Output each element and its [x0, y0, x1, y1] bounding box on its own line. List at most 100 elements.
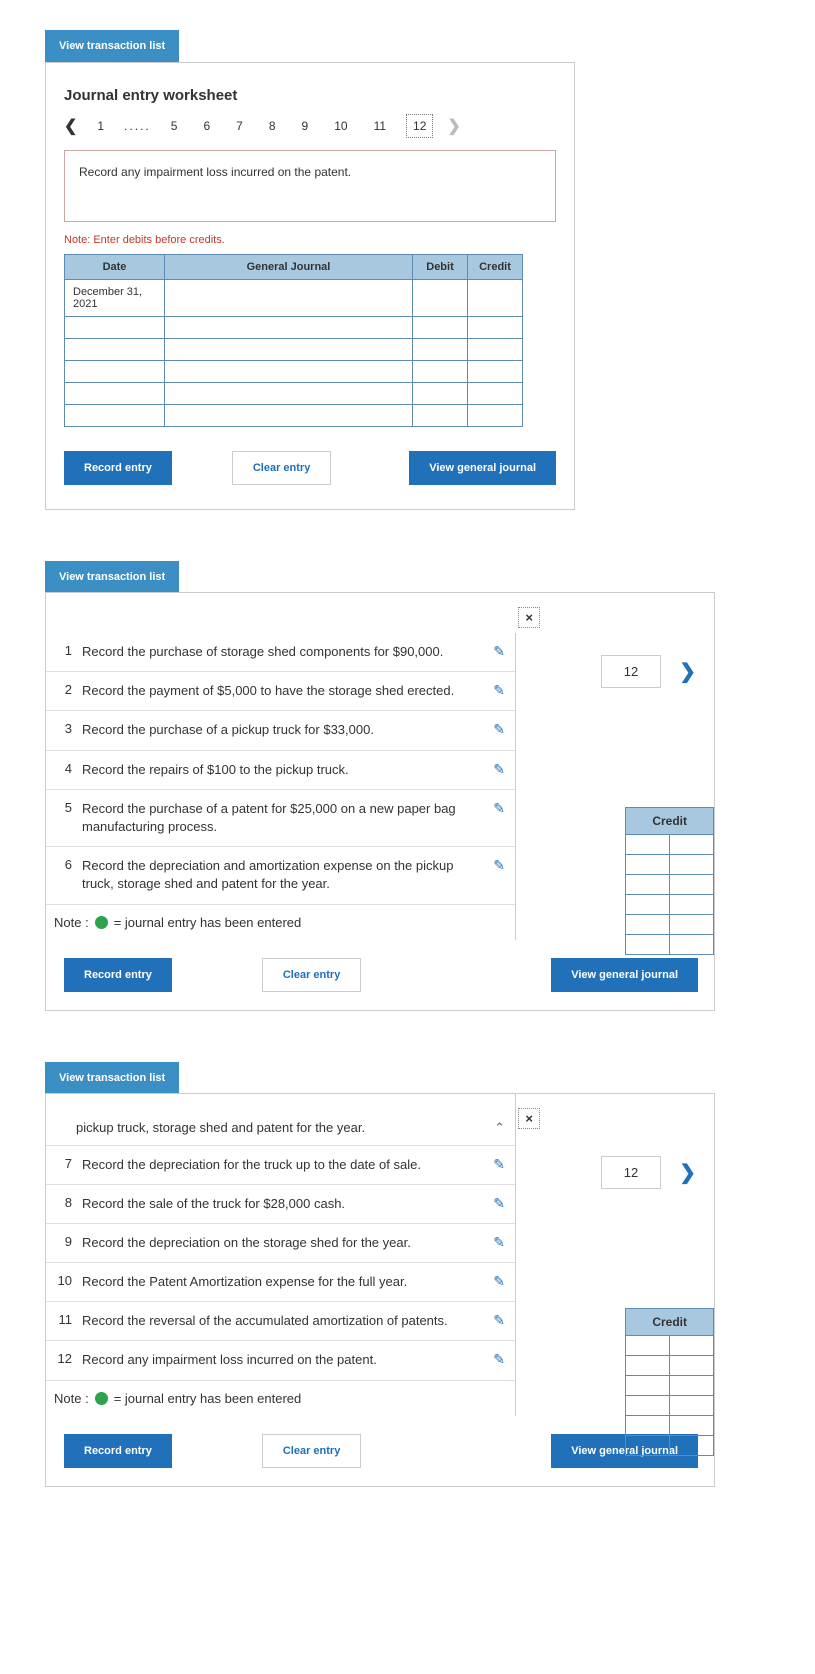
view-transaction-list-button[interactable]: View transaction list	[45, 30, 179, 62]
tab-11[interactable]: 11	[368, 115, 392, 137]
tab-6[interactable]: 6	[197, 115, 216, 137]
cc[interactable]	[626, 935, 670, 955]
edit-icon[interactable]: ✎	[493, 643, 505, 660]
credit-cell[interactable]	[468, 361, 523, 383]
edit-icon[interactable]: ✎	[493, 1351, 505, 1368]
credit-cell[interactable]	[468, 317, 523, 339]
record-entry-button[interactable]: Record entry	[64, 451, 172, 485]
debit-cell[interactable]	[413, 405, 468, 427]
close-icon[interactable]: ×	[518, 1108, 540, 1129]
edit-icon[interactable]: ✎	[493, 1312, 505, 1329]
transaction-row[interactable]: 7 Record the depreciation for the truck …	[46, 1146, 515, 1185]
cc[interactable]	[626, 1375, 670, 1395]
edit-icon[interactable]: ✎	[493, 800, 505, 817]
tab-10[interactable]: 10	[328, 115, 353, 137]
cc[interactable]	[670, 1395, 714, 1415]
gj-cell[interactable]	[165, 361, 413, 383]
cc[interactable]	[626, 835, 670, 855]
edit-icon[interactable]: ✎	[493, 1273, 505, 1290]
date-cell[interactable]	[65, 361, 165, 383]
view-general-journal-button[interactable]: View general journal	[409, 451, 556, 485]
cc[interactable]	[626, 895, 670, 915]
scroll-up-icon[interactable]: ⌃	[494, 1120, 505, 1136]
clear-entry-button[interactable]: Clear entry	[232, 451, 331, 485]
clear-entry-button[interactable]: Clear entry	[262, 1434, 361, 1468]
date-cell[interactable]	[65, 339, 165, 361]
edit-icon[interactable]: ✎	[493, 1234, 505, 1251]
credit-cell[interactable]	[468, 339, 523, 361]
debit-cell[interactable]	[413, 317, 468, 339]
next-arrow-icon[interactable]: ❯	[661, 1160, 714, 1185]
view-transaction-list-tab[interactable]: View transaction list	[45, 561, 179, 593]
transaction-row[interactable]: 10 Record the Patent Amortization expens…	[46, 1263, 515, 1302]
cc[interactable]	[670, 1335, 714, 1355]
tab-prev-icon[interactable]: ❮	[64, 116, 77, 136]
edit-icon[interactable]: ✎	[493, 1156, 505, 1173]
debit-cell[interactable]	[413, 280, 468, 317]
clear-entry-button[interactable]: Clear entry	[262, 958, 361, 992]
date-cell[interactable]	[65, 405, 165, 427]
cc[interactable]	[626, 1415, 670, 1435]
transaction-row[interactable]: 5 Record the purchase of a patent for $2…	[46, 790, 515, 847]
edit-icon[interactable]: ✎	[493, 761, 505, 778]
transaction-row[interactable]: 8 Record the sale of the truck for $28,0…	[46, 1185, 515, 1224]
tab-12[interactable]: 12	[601, 1156, 661, 1189]
debit-cell[interactable]	[413, 339, 468, 361]
next-arrow-icon[interactable]: ❯	[661, 659, 714, 684]
cc[interactable]	[626, 855, 670, 875]
edit-icon[interactable]: ✎	[493, 682, 505, 699]
cc[interactable]	[626, 1355, 670, 1375]
debit-cell[interactable]	[413, 361, 468, 383]
cc[interactable]	[670, 1355, 714, 1375]
transaction-row[interactable]: 4 Record the repairs of $100 to the pick…	[46, 751, 515, 790]
tab-1[interactable]: 1	[91, 115, 110, 137]
cc[interactable]	[626, 875, 670, 895]
transaction-row[interactable]: 9 Record the depreciation on the storage…	[46, 1224, 515, 1263]
date-cell[interactable]: December 31, 2021	[65, 280, 165, 317]
tab-5[interactable]: 5	[165, 115, 184, 137]
gj-cell[interactable]	[165, 317, 413, 339]
tab-7[interactable]: 7	[230, 115, 249, 137]
record-entry-button[interactable]: Record entry	[64, 1434, 172, 1468]
credit-cell[interactable]	[468, 405, 523, 427]
transaction-row[interactable]: 11 Record the reversal of the accumulate…	[46, 1302, 515, 1341]
cc[interactable]	[626, 915, 670, 935]
tab-12[interactable]: 12	[601, 655, 661, 688]
cc[interactable]	[670, 915, 714, 935]
credit-cell[interactable]	[468, 383, 523, 405]
cc[interactable]	[670, 1435, 714, 1455]
cc[interactable]	[670, 1375, 714, 1395]
cc[interactable]	[626, 1335, 670, 1355]
edit-icon[interactable]: ✎	[493, 1195, 505, 1212]
edit-icon[interactable]: ✎	[493, 721, 505, 738]
cc[interactable]	[670, 875, 714, 895]
tab-next-icon[interactable]: ❯	[447, 116, 460, 136]
cc[interactable]	[626, 1435, 670, 1455]
cc[interactable]	[670, 935, 714, 955]
cc[interactable]	[670, 855, 714, 875]
gj-cell[interactable]	[165, 280, 413, 317]
close-icon[interactable]: ×	[518, 607, 540, 628]
transaction-row[interactable]: 12 Record any impairment loss incurred o…	[46, 1341, 515, 1380]
tab-12[interactable]: 12	[406, 114, 433, 138]
edit-icon[interactable]: ✎	[493, 857, 505, 874]
tab-8[interactable]: 8	[263, 115, 282, 137]
transaction-row[interactable]: 2 Record the payment of $5,000 to have t…	[46, 672, 515, 711]
view-general-journal-button[interactable]: View general journal	[551, 958, 698, 992]
record-entry-button[interactable]: Record entry	[64, 958, 172, 992]
cc[interactable]	[626, 1395, 670, 1415]
transaction-row[interactable]: 3 Record the purchase of a pickup truck …	[46, 711, 515, 750]
date-cell[interactable]	[65, 383, 165, 405]
tab-9[interactable]: 9	[296, 115, 315, 137]
credit-cell[interactable]	[468, 280, 523, 317]
cc[interactable]	[670, 895, 714, 915]
gj-cell[interactable]	[165, 405, 413, 427]
view-transaction-list-tab[interactable]: View transaction list	[45, 1062, 179, 1094]
debit-cell[interactable]	[413, 383, 468, 405]
gj-cell[interactable]	[165, 339, 413, 361]
cc[interactable]	[670, 1415, 714, 1435]
cc[interactable]	[670, 835, 714, 855]
date-cell[interactable]	[65, 317, 165, 339]
transaction-row[interactable]: 1 Record the purchase of storage shed co…	[46, 633, 515, 672]
gj-cell[interactable]	[165, 383, 413, 405]
